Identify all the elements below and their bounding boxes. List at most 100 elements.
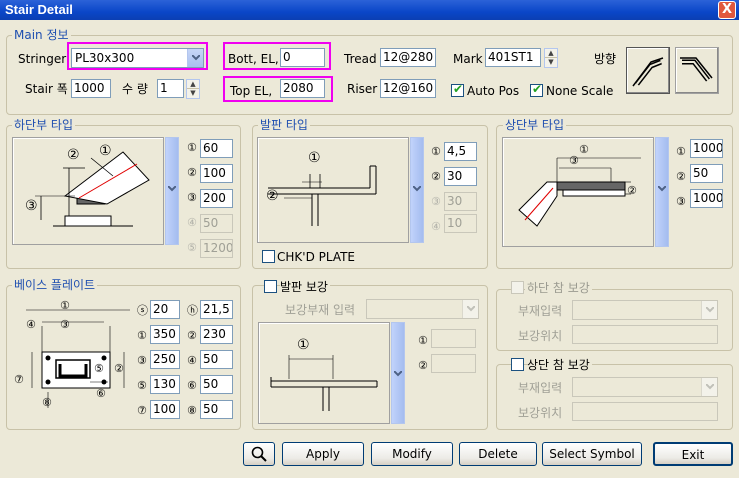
stringer-combo[interactable]: PL30x300 [71, 48, 204, 68]
lower-value-5[interactable]: 1200 [200, 239, 233, 258]
lower-value-4[interactable]: 50 [200, 214, 233, 233]
none-scale-checkbox[interactable]: ✔ [530, 82, 543, 97]
footplate-reinforce-checkbox[interactable] [264, 280, 277, 293]
footplate-value-4[interactable]: 10 [444, 214, 477, 233]
reinforce-member-combo[interactable] [366, 299, 479, 319]
base-diagram-label-4: ④ [26, 318, 36, 331]
upper-landing-position-label: 보강위치 [518, 406, 563, 420]
tread-input[interactable]: 12@280 [380, 48, 436, 67]
upper-value-1[interactable]: 1000 [690, 139, 723, 158]
delete-button[interactable]: Delete [459, 442, 537, 466]
lower-marker-4: ④ [187, 216, 197, 229]
lower-marker-2: ② [187, 166, 197, 179]
base-diagram-label-2: ② [114, 362, 124, 375]
chkd-plate-checkbox[interactable] [262, 250, 275, 263]
base-value-8[interactable]: 50 [200, 400, 233, 419]
upper-landing-member-combo[interactable] [572, 377, 718, 397]
exit-button[interactable]: Exit [653, 442, 733, 466]
chevron-down-icon[interactable] [187, 49, 203, 67]
lower-marker-1: ① [187, 141, 197, 154]
direction-label: 방향 [594, 52, 617, 66]
chevron-down-icon[interactable] [701, 301, 717, 319]
reinforce-diagram-label-1: ① [297, 337, 310, 353]
stringer-label: Stringer [18, 52, 67, 66]
lower-value-3[interactable]: 200 [200, 189, 233, 208]
close-button[interactable]: X [718, 1, 736, 19]
chevron-down-icon[interactable] [462, 300, 478, 318]
base-value-4[interactable]: 50 [200, 350, 233, 369]
riser-input[interactable]: 12@160 [380, 79, 436, 98]
base-value-7[interactable]: 100 [150, 400, 180, 419]
modify-button[interactable]: Modify [371, 442, 453, 466]
base-diagram-label-6: ⑥ [96, 387, 106, 400]
bott-el-input[interactable]: 0 [280, 48, 325, 67]
lower-landing-checkbox[interactable] [511, 281, 524, 294]
zoom-button[interactable] [243, 442, 275, 466]
qty-spinner[interactable]: ▲ ▼ [186, 79, 200, 99]
footplate-diagram-label-2: ② [266, 188, 279, 204]
base-marker-6: ⑥ [187, 379, 197, 392]
qty-input[interactable]: 1 [157, 79, 184, 98]
base-diagram-label-3: ③ [60, 318, 70, 331]
footplate-value-3[interactable]: 30 [444, 192, 477, 211]
qty-label: 수 량 [122, 82, 148, 96]
upper-type-scroll[interactable] [655, 137, 669, 247]
upper-value-3[interactable]: 1000 [690, 189, 723, 208]
base-marker-7: ⑦ [137, 404, 147, 417]
title-bar: Stair Detail X [0, 0, 739, 20]
base-marker-3: ③ [137, 354, 147, 367]
base-value-h[interactable]: 21,5 [200, 300, 233, 319]
lower-landing-member-combo[interactable] [572, 300, 718, 320]
lower-value-1[interactable]: 60 [200, 139, 233, 158]
upper-type-diagram: ① ③ ② [502, 137, 654, 247]
mark-input[interactable]: 401ST1 [485, 48, 541, 67]
direction-up-right-button[interactable] [626, 47, 670, 94]
lower-landing-member-label: 부재입력 [518, 304, 563, 318]
window-title: Stair Detail [5, 2, 73, 17]
lower-diagram-label-3: ③ [25, 198, 38, 214]
mark-spinner[interactable]: ▲ ▼ [544, 48, 558, 68]
none-scale-label: None Scale [546, 84, 614, 98]
upper-value-2[interactable]: 50 [690, 164, 723, 183]
base-marker-s: ⓢ [137, 304, 148, 317]
select-symbol-button[interactable]: Select Symbol [542, 442, 642, 466]
stair-width-input[interactable]: 1000 [71, 79, 111, 98]
top-el-input[interactable]: 2080 [280, 79, 325, 98]
upper-landing-member-label: 부재입력 [518, 381, 563, 395]
chevron-down-icon[interactable] [701, 378, 717, 396]
footplate-reinforce-scroll[interactable] [391, 322, 405, 424]
upper-landing-title: 상단 참 보강 [527, 358, 592, 372]
top-el-label: Top EL, [230, 84, 273, 98]
base-value-5[interactable]: 130 [150, 375, 180, 394]
upper-landing-checkbox[interactable] [511, 358, 524, 371]
footplate-type-scroll[interactable] [410, 137, 424, 243]
footplate-diagram-label-1: ① [308, 150, 321, 166]
reinforce-marker-1: ① [418, 334, 428, 347]
base-value-3[interactable]: 250 [150, 350, 180, 369]
lower-value-2[interactable]: 100 [200, 164, 233, 183]
base-marker-5: ⑤ [137, 379, 147, 392]
footplate-value-2[interactable]: 30 [444, 167, 477, 186]
base-value-2[interactable]: 230 [200, 325, 233, 344]
auto-pos-checkbox[interactable]: ✔ [451, 82, 464, 97]
riser-label: Riser [347, 82, 378, 96]
base-value-1[interactable]: 350 [150, 325, 180, 344]
upper-marker-2: ② [676, 170, 686, 183]
reinforce-value-2[interactable] [431, 354, 476, 373]
lower-marker-5: ⑤ [187, 241, 197, 254]
lower-type-scroll[interactable] [165, 137, 179, 245]
base-value-6[interactable]: 50 [200, 375, 233, 394]
lower-type-title: 하단부 타입 [12, 118, 76, 132]
footplate-type-diagram: ① ② [257, 137, 409, 243]
upper-landing-position-input[interactable] [572, 402, 718, 421]
direction-down-left-button[interactable] [675, 47, 719, 94]
footplate-reinforce-diagram: ① [258, 322, 390, 424]
apply-button[interactable]: Apply [282, 442, 364, 466]
base-value-s[interactable]: 20 [150, 300, 180, 319]
lower-landing-position-input[interactable] [572, 325, 718, 344]
base-plate-diagram: ① ④ ③ ⑤ ② ⑦ ⑥ ⑧ [12, 296, 136, 414]
upper-marker-3: ③ [676, 195, 686, 208]
footplate-marker-4: ④ [431, 220, 441, 233]
reinforce-value-1[interactable] [431, 329, 476, 348]
footplate-value-1[interactable]: 4,5 [444, 142, 477, 161]
